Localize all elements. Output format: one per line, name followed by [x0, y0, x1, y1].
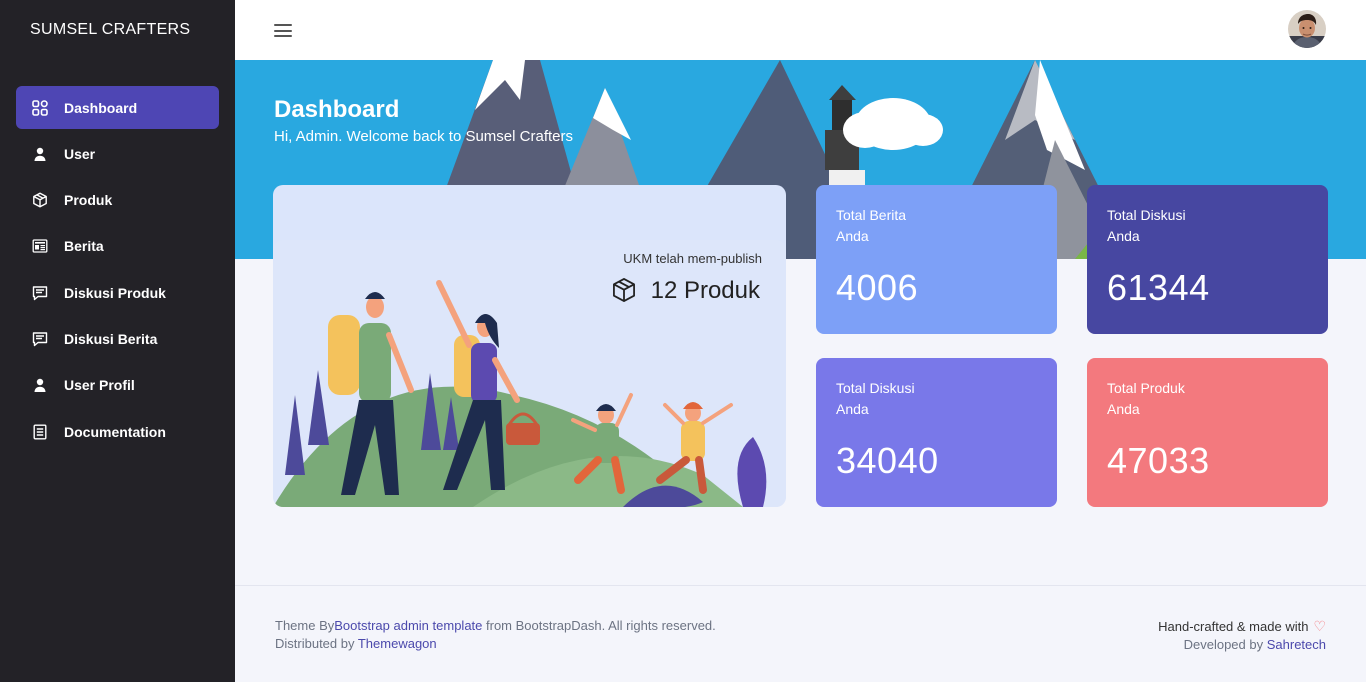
stat-card-total-produk[interactable]: Total Produk Anda 47033	[1087, 358, 1328, 507]
bootstrap-template-link[interactable]: Bootstrap admin template	[334, 618, 482, 633]
sidebar-item-label: User	[64, 145, 96, 162]
stat-card-total-diskusi[interactable]: Total Diskusi Anda 61344	[1087, 185, 1328, 334]
sidebar-item-label: Diskusi Berita	[64, 330, 158, 347]
stat-label: Total Diskusi	[836, 380, 915, 396]
footer-handcrafted: Hand-crafted & made with	[1158, 619, 1309, 634]
footer: Theme ByBootstrap admin template from Bo…	[235, 585, 1366, 682]
sidebar-item-label: Berita	[64, 238, 104, 255]
ukm-caption: UKM telah mem-publish	[623, 251, 762, 266]
page-title: Dashboard	[274, 96, 400, 123]
chat-icon	[32, 285, 48, 301]
newspaper-icon	[32, 238, 48, 254]
stat-sublabel: Anda	[1107, 401, 1140, 417]
stat-card-total-diskusi-2[interactable]: Total Diskusi Anda 34040	[816, 358, 1057, 507]
box-icon	[32, 192, 48, 208]
box-icon	[611, 278, 637, 304]
menu-toggle-icon[interactable]	[274, 24, 292, 40]
footer-theme-prefix: Theme By	[275, 618, 335, 633]
avatar[interactable]	[1288, 10, 1326, 48]
footer-made-with: Hand-crafted & made with ♡ Developed by S…	[1158, 617, 1326, 654]
sidebar-item-dashboard[interactable]: Dashboard	[16, 86, 219, 129]
user-icon	[32, 146, 48, 162]
sidebar-item-label: Produk	[64, 192, 113, 209]
welcome-message: Hi, Admin. Welcome back to Sumsel Crafte…	[274, 128, 573, 145]
chat-icon	[32, 331, 48, 347]
stat-label: Total Diskusi	[1107, 207, 1186, 223]
sidebar-item-diskusi-berita[interactable]: Diskusi Berita	[16, 317, 219, 360]
document-icon	[32, 424, 48, 440]
stat-value: 34040	[836, 440, 939, 481]
illustration-card: UKM telah mem-publish 12 Produk	[273, 185, 786, 507]
stat-value: 61344	[1107, 267, 1210, 308]
produk-count: 12 Produk	[611, 277, 760, 305]
footer-developed-prefix: Developed by	[1183, 637, 1267, 652]
sidebar-item-diskusi-produk[interactable]: Diskusi Produk	[16, 271, 219, 314]
sidebar-item-user[interactable]: User	[16, 132, 219, 175]
footer-theme-suffix: from BootstrapDash. All rights reserved.	[482, 618, 716, 633]
grid-icon	[32, 99, 48, 116]
stat-sublabel: Anda	[1107, 228, 1140, 244]
sidebar-item-produk[interactable]: Produk	[16, 179, 219, 222]
stat-value: 47033	[1107, 440, 1210, 481]
top-navbar	[235, 0, 1366, 60]
stat-sublabel: Anda	[836, 401, 869, 417]
sidebar-item-user-profil[interactable]: User Profil	[16, 364, 219, 407]
footer-distributed-prefix: Distributed by	[275, 636, 358, 651]
sidebar-item-label: Diskusi Produk	[64, 284, 166, 301]
sahretech-link[interactable]: Sahretech	[1267, 637, 1326, 652]
stat-value: 4006	[836, 267, 919, 308]
sidebar: SUMSEL CRAFTERS Dashboard User Produk Be…	[0, 0, 235, 682]
user-icon	[32, 377, 48, 393]
sidebar-item-label: Dashboard	[64, 99, 138, 116]
stat-card-total-berita[interactable]: Total Berita Anda 4006	[816, 185, 1057, 334]
stat-label: Total Produk	[1107, 380, 1185, 396]
hiking-family-illustration	[273, 240, 786, 507]
themewagon-link[interactable]: Themewagon	[358, 636, 437, 651]
sidebar-item-label: User Profil	[64, 377, 135, 394]
stat-sublabel: Anda	[836, 228, 869, 244]
sidebar-item-berita[interactable]: Berita	[16, 225, 219, 268]
stat-label: Total Berita	[836, 207, 907, 223]
sidebar-nav: Dashboard User Produk Berita Diskusi Pro…	[16, 86, 219, 456]
footer-credits: Theme ByBootstrap admin template from Bo…	[275, 617, 716, 653]
heart-icon: ♡	[1313, 618, 1326, 634]
brand-logo[interactable]: SUMSEL CRAFTERS	[30, 21, 190, 39]
sidebar-item-label: Documentation	[64, 423, 166, 440]
sidebar-item-documentation[interactable]: Documentation	[16, 410, 219, 453]
produk-count-label: 12 Produk	[650, 277, 760, 304]
